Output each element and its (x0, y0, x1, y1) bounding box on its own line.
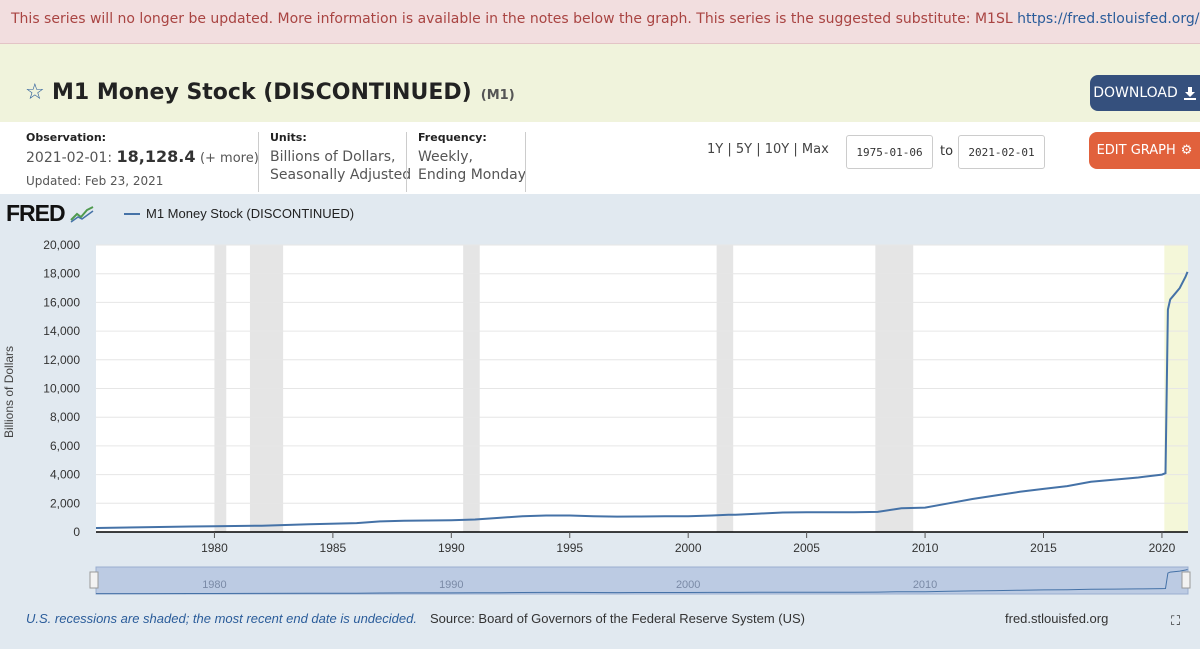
updated-date: Updated: Feb 23, 2021 (26, 174, 164, 188)
navigator-handle-left (89, 571, 99, 589)
edit-graph-button[interactable]: EDIT GRAPH ⚙ (1089, 132, 1200, 169)
navigator-handle-right (1181, 571, 1191, 589)
navigator-tick-label: 1980 (202, 579, 226, 591)
y-tick-label: 8,000 (50, 410, 80, 424)
navigator-tick-label: 2010 (913, 579, 937, 591)
substitute-series-link[interactable]: https://fred.stlouisfed.org/series/M1SL (1017, 11, 1200, 27)
observation-label: Observation: (26, 131, 107, 144)
discontinued-notice: This series will no longer be updated. M… (0, 0, 1200, 44)
title-bar: ☆ M1 Money Stock (DISCONTINUED) (M1) DOW… (0, 44, 1200, 122)
star-icon[interactable]: ☆ (25, 82, 45, 104)
range-1y[interactable]: 1Y (707, 142, 723, 157)
source-text: Source: Board of Governors of the Federa… (430, 611, 805, 626)
y-tick-label: 12,000 (43, 353, 80, 367)
edit-graph-label: EDIT GRAPH (1096, 143, 1176, 158)
units-line2: Seasonally Adjusted (270, 167, 412, 183)
y-tick-label: 18,000 (43, 267, 80, 281)
units-label: Units: (270, 131, 307, 144)
range-5y[interactable]: 5Y (736, 142, 752, 157)
navigator-tick-label: 1990 (439, 579, 463, 591)
x-tick-label: 2020 (1149, 541, 1176, 555)
x-tick-label: 2010 (912, 541, 939, 555)
y-tick-label: 4,000 (50, 468, 80, 482)
graph-container: FRED M1 Money Stock (DISCONTINUED) Billi… (0, 194, 1200, 649)
gear-icon: ⚙ (1180, 143, 1193, 158)
notice-text: This series will no longer be updated. M… (11, 11, 1018, 27)
range-10y[interactable]: 10Y (765, 142, 789, 157)
observation-date: 2021-02-01: (26, 150, 113, 166)
y-tick-label: 14,000 (43, 324, 80, 338)
x-tick-label: 1990 (438, 541, 465, 555)
start-date-input[interactable]: 1975-01-06 (846, 135, 933, 169)
units-line1: Billions of Dollars, (270, 149, 396, 165)
y-tick-label: 16,000 (43, 295, 80, 309)
chart-svg[interactable]: 0 2,000 4,000 6,000 8,000 10,000 12,000 14,000 1… (0, 194, 1200, 609)
page-title: M1 Money Stock (DISCONTINUED) (M1) (52, 80, 515, 105)
download-icon (1183, 87, 1196, 100)
frequency-block: Frequency: Weekly, Ending Monday (418, 131, 526, 184)
y-tick-label: 0 (73, 525, 80, 539)
range-max[interactable]: Max (802, 142, 829, 157)
y-tick-label: 6,000 (50, 439, 80, 453)
observation-value: 18,128.4 (116, 147, 196, 166)
navigator-tick-label: 2000 (676, 579, 700, 591)
divider (406, 132, 407, 192)
download-label: DOWNLOAD (1093, 85, 1178, 101)
x-tick-label: 2005 (793, 541, 820, 555)
series-meta: Observation: 2021-02-01: 18,128.4 (+ mor… (0, 122, 1200, 194)
y-tick-label: 10,000 (43, 382, 80, 396)
units-block: Units: Billions of Dollars, Seasonally A… (270, 131, 411, 184)
series-title: M1 Money Stock (DISCONTINUED) (52, 80, 472, 105)
observation-block: Observation: 2021-02-01: 18,128.4 (+ mor… (26, 131, 259, 188)
range-selector: 1Y | 5Y | 10Y | Max (707, 142, 829, 157)
x-tick-label: 2000 (675, 541, 702, 555)
end-date-input[interactable]: 2021-02-01 (958, 135, 1045, 169)
x-tick-label: 1980 (201, 541, 228, 555)
y-tick-label: 2,000 (50, 496, 80, 510)
date-to-label: to (940, 144, 954, 159)
more-observations-link[interactable]: (+ more) (200, 151, 259, 166)
recession-note: U.S. recessions are shaded; the most rec… (26, 611, 417, 626)
x-tick-label: 1995 (556, 541, 583, 555)
divider (525, 132, 526, 192)
frequency-line1: Weekly, (418, 149, 473, 165)
x-tick-label: 1985 (320, 541, 347, 555)
series-code: (M1) (480, 88, 515, 103)
download-button[interactable]: DOWNLOAD (1090, 75, 1200, 111)
frequency-label: Frequency: (418, 131, 487, 144)
site-link[interactable]: fred.stlouisfed.org (1005, 611, 1108, 626)
x-tick-label: 2015 (1030, 541, 1057, 555)
divider (258, 132, 259, 192)
frequency-line2: Ending Monday (418, 167, 526, 183)
y-tick-label: 20,000 (43, 238, 80, 252)
fullscreen-icon[interactable]: ⛶ (1171, 614, 1180, 629)
